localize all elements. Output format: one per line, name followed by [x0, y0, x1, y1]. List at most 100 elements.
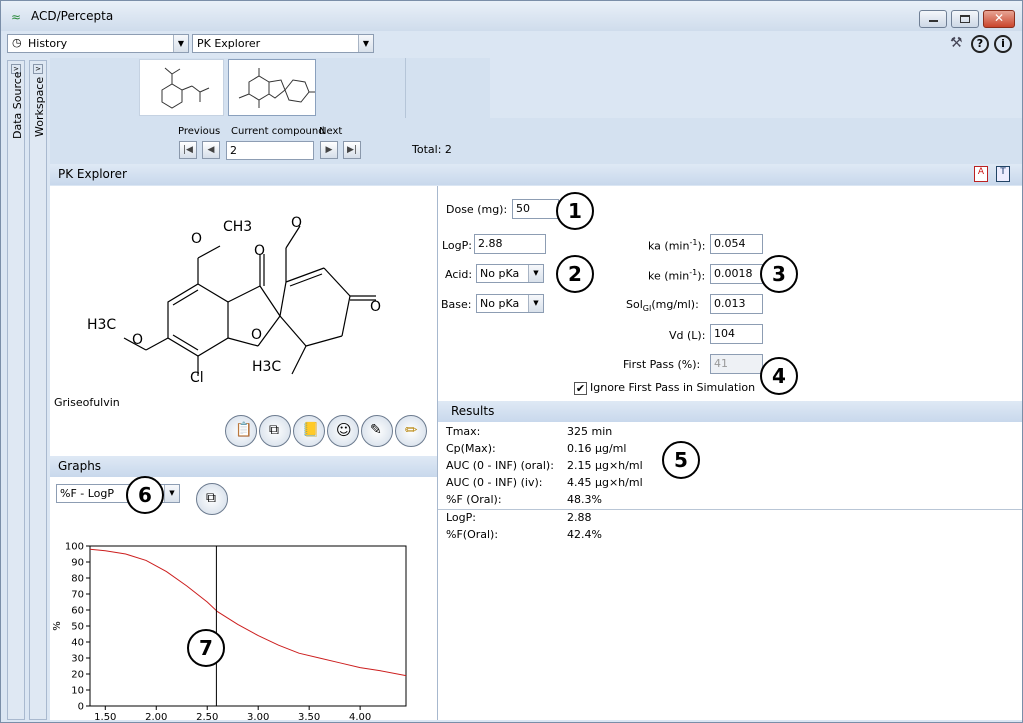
chevron-down-icon[interactable]: ▼: [358, 35, 373, 52]
total-count: Total: 2: [412, 143, 452, 156]
ka-input[interactable]: 0.054: [710, 234, 763, 254]
pdf-export-icon[interactable]: A: [974, 166, 988, 182]
expand-icon[interactable]: >: [33, 64, 43, 74]
y-tick-label: 10: [71, 686, 84, 697]
module-label: PK Explorer: [197, 37, 260, 50]
chevron-down-icon[interactable]: ▼: [528, 265, 543, 282]
callout-4: 4: [760, 357, 798, 395]
callout-2: 2: [556, 255, 594, 293]
duplicate-button[interactable]: ⧉: [259, 415, 291, 447]
first-pass-input[interactable]: 41: [710, 354, 763, 374]
chevron-down-icon[interactable]: ▼: [173, 35, 188, 52]
sol-input[interactable]: 0.013: [710, 294, 763, 314]
acid-value: No pKa: [480, 267, 519, 280]
callout-5: 5: [662, 441, 700, 479]
copy-structure-button[interactable]: 📋: [225, 415, 257, 447]
y-tick-label: 30: [71, 654, 84, 665]
chevron-down-icon[interactable]: ▼: [164, 485, 179, 502]
result-value: 4.45 μg×h/ml: [567, 476, 643, 489]
ignore-first-pass-checkbox[interactable]: ✔: [574, 382, 587, 395]
smiley-button[interactable]: ☺: [327, 415, 359, 447]
current-compound-label: Current compound: [231, 126, 325, 137]
maximize-button[interactable]: [951, 10, 979, 28]
result-label: AUC (0 - INF) (iv):: [446, 476, 542, 489]
y-tick-label: 90: [71, 558, 84, 569]
history-label: History: [28, 37, 67, 50]
griseofulvin-structure-icon: [229, 60, 317, 117]
dose-input[interactable]: 50: [512, 199, 559, 219]
clock-icon: ◷: [12, 36, 22, 49]
vd-label: Vd (L):: [669, 329, 705, 342]
y-tick-label: 0: [78, 702, 84, 713]
side-tabs: > Data Source > Workspace: [7, 60, 47, 720]
result-label: AUC (0 - INF) (oral):: [446, 459, 554, 472]
data-source-tab[interactable]: > Data Source: [7, 60, 25, 720]
x-tick-label: 2.50: [196, 712, 218, 720]
results-title: Results: [451, 404, 494, 418]
first-pass-label: First Pass (%):: [623, 358, 700, 371]
ka-label-close: ):: [697, 240, 705, 253]
result-value: 48.3%: [567, 493, 602, 506]
x-tick-label: 3.50: [298, 712, 320, 720]
ke-input[interactable]: 0.0018: [710, 264, 763, 284]
atom-ch3-top-left: CH3: [223, 219, 252, 235]
pencil-button[interactable]: ✏: [395, 415, 427, 447]
compound-thumbnail-1[interactable]: [139, 59, 224, 116]
logp-input[interactable]: 2.88: [474, 234, 546, 254]
strip-divider: [405, 58, 406, 118]
open-book-button[interactable]: 📒: [293, 415, 325, 447]
logp-label: LogP:: [442, 239, 472, 252]
text-export-icon[interactable]: T: [996, 166, 1010, 182]
previous-compound-button[interactable]: ◀: [202, 141, 220, 159]
module-combo[interactable]: PK Explorer ▼: [192, 34, 374, 53]
vd-input[interactable]: 104: [710, 324, 763, 344]
acid-select[interactable]: No pKa ▼: [476, 264, 544, 283]
ignore-first-pass-label: Ignore First Pass in Simulation: [590, 381, 755, 394]
info-icon[interactable]: i: [994, 35, 1012, 53]
minimize-button[interactable]: [919, 10, 947, 28]
last-compound-button[interactable]: ▶|: [343, 141, 361, 159]
clipboard-icon: 📋: [235, 422, 252, 438]
previous-label: Previous: [178, 126, 220, 137]
compound-strip: [50, 58, 490, 118]
result-value: 0.16 μg/ml: [567, 442, 626, 455]
copy-graph-icon: ⧉: [206, 490, 216, 506]
current-compound-input[interactable]: 2: [226, 141, 314, 160]
copy-icon: ⧉: [269, 422, 279, 438]
copy-graph-button[interactable]: ⧉: [196, 483, 228, 515]
results-divider: [438, 509, 1022, 510]
plot-area: [90, 546, 406, 706]
result-label: Cp(Max):: [446, 442, 496, 455]
close-button[interactable]: ✕: [983, 10, 1015, 28]
graphs-title: Graphs: [58, 459, 101, 473]
workspace-tab[interactable]: > Workspace: [29, 60, 47, 720]
workspace-label: Workspace: [33, 77, 46, 137]
x-tick-label: 3.00: [247, 712, 269, 720]
flogp-chart: 01020304050607080901001.502.002.503.003.…: [50, 531, 437, 720]
app-logo-icon: ≈: [11, 10, 21, 24]
first-compound-button[interactable]: |◀: [179, 141, 197, 159]
base-select[interactable]: No pKa ▼: [476, 294, 544, 313]
atom-h3c-bottom: H3C: [252, 359, 281, 375]
callout-1: 1: [556, 192, 594, 230]
history-combo[interactable]: ◷ History ▼: [7, 34, 189, 53]
base-value: No pKa: [480, 297, 519, 310]
atom-h3c-left: H3C: [87, 317, 116, 333]
molecule-structure: [80, 206, 420, 406]
ke-label: ke (min-1):: [648, 268, 705, 283]
title-bar: ≈ ACD/Percepta ✕: [1, 1, 1022, 31]
y-axis-label: %: [52, 621, 63, 631]
help-icon[interactable]: ?: [971, 35, 989, 53]
next-compound-button[interactable]: ▶: [320, 141, 338, 159]
pencil-icon: ✏: [405, 421, 418, 439]
smiley-icon: ☺: [336, 421, 352, 439]
y-tick-label: 20: [71, 670, 84, 681]
chevron-down-icon[interactable]: ▼: [528, 295, 543, 312]
atom-o-methoxy-top: O: [191, 231, 202, 247]
edit-folder-button[interactable]: ✎: [361, 415, 393, 447]
compound-thumbnail-2[interactable]: [228, 59, 316, 116]
callout-6: 6: [126, 476, 164, 514]
results-header: Results: [438, 401, 1022, 422]
settings-wrench-icon[interactable]: ⚒: [950, 35, 963, 51]
result-value: 2.88: [567, 511, 592, 524]
